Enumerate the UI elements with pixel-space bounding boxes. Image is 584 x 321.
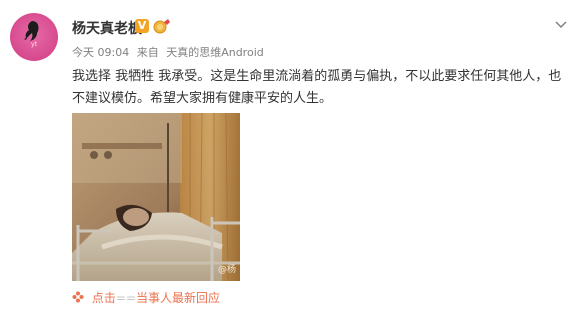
avatar[interactable]: yt — [10, 13, 58, 61]
flower-icon — [72, 291, 84, 303]
reply-bracket: == — [115, 291, 136, 305]
reply-prefix[interactable]: 点击 — [92, 291, 116, 305]
photo-watermark: @杨 — [217, 265, 236, 275]
reply-label[interactable]: 当事人最新回应 — [136, 291, 220, 305]
hospital-bed-photo — [72, 112, 240, 282]
post-text: 我选择 我牺牲 我承受。这是生命里流淌着的孤勇与偏执，不以此要求任何其他人，也不… — [72, 69, 562, 106]
post-time[interactable]: 今天 09:04 — [72, 46, 129, 59]
weibo-post-card: yt 杨天真老板 V 今天 09:04 来自 天真的思维Android 我选择 … — [0, 0, 584, 321]
post-photo[interactable]: @杨 — [72, 112, 240, 282]
post-source[interactable]: 天真的思维Android — [166, 46, 264, 59]
post-via: 来自 — [136, 46, 159, 59]
verified-badge: V — [135, 19, 149, 33]
chevron-down-icon[interactable] — [553, 16, 569, 32]
avatar-logo-text: yt — [31, 41, 37, 48]
author-name[interactable]: 杨天真老板 — [72, 18, 142, 38]
medal-icon — [153, 19, 170, 34]
post-meta: 今天 09:04 来自 天真的思维Android — [72, 44, 268, 60]
avatar-silhouette-icon — [24, 21, 39, 41]
reply-link[interactable]: 点击==当事人最新回应 — [72, 289, 220, 306]
